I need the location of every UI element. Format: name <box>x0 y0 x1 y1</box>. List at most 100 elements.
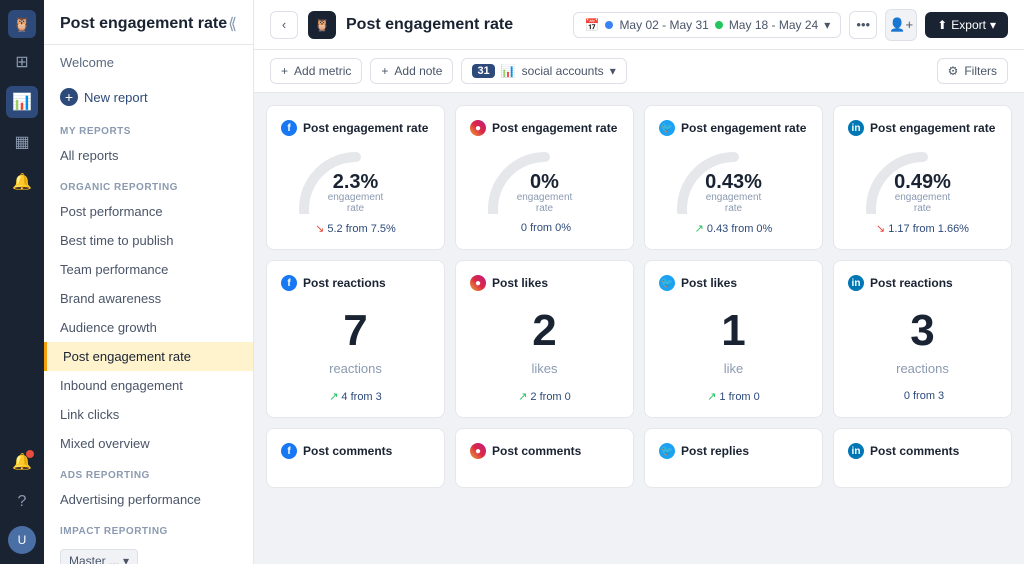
cards-grid: f Post engagement rate 2.3% engagement r… <box>254 93 1024 564</box>
sidebar-item-best-time[interactable]: Best time to publish <box>44 226 253 255</box>
card-title: Post reactions <box>303 276 386 290</box>
change-value: 4 from 3 <box>341 391 381 403</box>
card-change: 0 from 0% <box>518 222 571 234</box>
nav-help-icon[interactable]: ? <box>6 486 38 518</box>
card-title: Post likes <box>681 276 737 290</box>
card-title: Post engagement rate <box>681 121 806 135</box>
gauge-container: 0.43% engagement rate <box>674 144 794 214</box>
card-title: Post engagement rate <box>492 121 617 135</box>
sidebar-welcome-link[interactable]: Welcome <box>44 45 253 80</box>
gauge-sublabel: engagement rate <box>704 192 764 214</box>
nav-bell-icon[interactable]: 🔔 <box>6 166 38 198</box>
gauge-text: 0% engagement rate <box>515 172 575 214</box>
gauge-sublabel: engagement rate <box>515 192 575 214</box>
big-number: 2 <box>532 309 556 353</box>
sidebar-item-post-performance[interactable]: Post performance <box>44 197 253 226</box>
comment-card-li: in Post comments <box>833 428 1012 488</box>
date-range-primary-label: May 02 - May 31 <box>619 18 708 32</box>
chevron-down-icon: ▾ <box>123 554 129 564</box>
card-title: Post engagement rate <box>870 121 995 135</box>
sidebar-item-audience-growth[interactable]: Audience growth <box>44 313 253 342</box>
filters-button[interactable]: ⚙ Filters <box>937 58 1008 84</box>
card-title: Post engagement rate <box>303 121 428 135</box>
gauge-container: 0.49% engagement rate <box>863 144 983 214</box>
sidebar-item-post-engagement-rate[interactable]: Post engagement rate <box>44 342 253 371</box>
nav-analytics-icon[interactable]: 📊 <box>6 86 38 118</box>
nav-alert-icon[interactable]: 🔔 <box>6 446 38 478</box>
trend-down-icon: ↘ <box>315 222 324 235</box>
change-value: 5.2 from 7.5% <box>327 223 395 235</box>
social-accounts-label: social accounts <box>522 64 604 78</box>
card-header: 🐦 Post engagement rate <box>659 120 808 136</box>
tw-social-icon: 🐦 <box>659 275 675 291</box>
sidebar-item-link-clicks[interactable]: Link clicks <box>44 400 253 429</box>
ads-reporting-section-label: Ads Reporting <box>44 458 253 485</box>
gauge-text: 0.43% engagement rate <box>704 172 764 214</box>
add-note-label: Add note <box>394 64 442 78</box>
new-report-plus-icon: + <box>60 88 78 106</box>
card-header: 🐦 Post likes <box>659 275 808 291</box>
page-icon: 🦉 <box>308 11 336 39</box>
gauge-percent: 0.43% <box>704 172 764 192</box>
sidebar: Post engagement rate ⟪ Welcome + New rep… <box>44 0 254 564</box>
trend-up-icon: ↗ <box>518 390 527 403</box>
icon-bar: 🦉 ⊞ 📊 ▦ 🔔 🔔 ? U <box>0 0 44 564</box>
sidebar-item-advertising-performance[interactable]: Advertising performance <box>44 485 253 514</box>
trend-up-icon: ↗ <box>329 390 338 403</box>
li-social-icon: in <box>848 443 864 459</box>
card-header: in Post engagement rate <box>848 120 997 136</box>
trend-up-icon: ↗ <box>707 390 716 403</box>
sidebar-item-brand-awareness[interactable]: Brand awareness <box>44 284 253 313</box>
comment-card-ig: ● Post comments <box>455 428 634 488</box>
more-options-button[interactable]: ••• <box>849 11 877 39</box>
back-button[interactable]: ‹ <box>270 11 298 39</box>
big-number: 3 <box>910 309 934 353</box>
card-header: f Post comments <box>281 443 430 459</box>
export-label: Export <box>951 18 986 32</box>
app-logo[interactable]: 🦉 <box>8 10 36 38</box>
gauge-sublabel: engagement rate <box>893 192 953 214</box>
card-title: Post replies <box>681 444 749 458</box>
sidebar-item-team-performance[interactable]: Team performance <box>44 255 253 284</box>
card-change: 0 from 3 <box>901 390 944 402</box>
export-button[interactable]: ⬆ Export ▾ <box>925 12 1008 38</box>
card-change: ↘ 5.2 from 7.5% <box>315 222 396 235</box>
action-bar: + Add metric + Add note 31 📊 social acco… <box>254 50 1024 93</box>
trend-up-icon: ↗ <box>695 222 704 235</box>
bar-chart-icon: 📊 <box>501 64 516 78</box>
gauge-percent: 0.49% <box>893 172 953 192</box>
reaction-card-li: in Post reactions 3 reactions 0 from 3 <box>833 260 1012 418</box>
sidebar-item-mixed-overview[interactable]: Mixed overview <box>44 429 253 458</box>
card-header: in Post reactions <box>848 275 997 291</box>
tw-social-icon: 🐦 <box>659 443 675 459</box>
social-accounts-button[interactable]: 31 📊 social accounts ▾ <box>461 58 626 84</box>
add-user-button[interactable]: 👤+ <box>885 9 917 41</box>
nav-grid-icon[interactable]: ▦ <box>6 126 38 158</box>
engagement-card-tw: 🐦 Post engagement rate 0.43% engagement … <box>644 105 823 250</box>
add-note-button[interactable]: + Add note <box>370 58 453 84</box>
big-label: like <box>724 361 744 376</box>
user-avatar[interactable]: U <box>8 526 36 554</box>
sidebar-collapse-button[interactable]: ⟪ <box>228 14 237 34</box>
add-metric-button[interactable]: + Add metric <box>270 58 362 84</box>
card-header: ● Post likes <box>470 275 619 291</box>
date-chevron-icon: ▾ <box>824 18 830 32</box>
nav-home-icon[interactable]: ⊞ <box>6 46 38 78</box>
sidebar-item-inbound-engagement[interactable]: Inbound engagement <box>44 371 253 400</box>
new-report-button[interactable]: + New report <box>60 88 237 106</box>
comment-card-fb: f Post comments <box>266 428 445 488</box>
topbar-right: 📅 May 02 - May 31 May 18 - May 24 ▾ ••• … <box>573 9 1008 41</box>
organic-reporting-section-label: Organic Reporting <box>44 170 253 197</box>
filter-icon: ⚙ <box>948 64 959 78</box>
card-title: Post comments <box>870 444 959 458</box>
sidebar-item-all-reports[interactable]: All reports <box>44 141 253 170</box>
card-change: ↗ 2 from 0 <box>518 390 571 403</box>
ig-social-icon: ● <box>470 275 486 291</box>
sidebar-title: Post engagement rate <box>60 15 227 33</box>
my-reports-section-label: My Reports <box>44 114 253 141</box>
master-label: Master ... <box>69 554 119 564</box>
date-range-primary[interactable]: 📅 May 02 - May 31 May 18 - May 24 ▾ <box>573 12 841 38</box>
card-change: ↗ 4 from 3 <box>329 390 382 403</box>
export-icon: ⬆ <box>937 18 947 32</box>
master-dropdown-button[interactable]: Master ... ▾ <box>60 549 138 564</box>
